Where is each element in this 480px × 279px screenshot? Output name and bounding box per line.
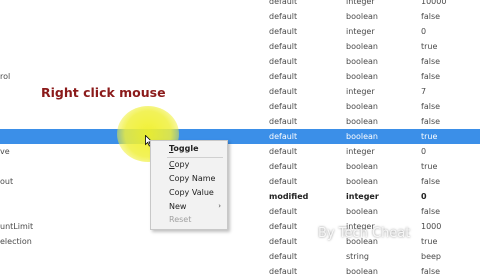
cell-name: ve [0, 147, 10, 156]
cell-value: true [421, 42, 438, 51]
cell-type: boolean [346, 42, 378, 51]
table-row[interactable]: default boolean true [0, 159, 480, 174]
cell-type: boolean [346, 117, 378, 126]
cell-value: true [421, 132, 438, 141]
cell-status: default [269, 57, 298, 66]
cell-value: false [421, 117, 441, 126]
context-menu: Toggle Copy Copy Name Copy Value New › R… [150, 140, 228, 230]
cell-type: boolean [346, 102, 378, 111]
cell-status: default [269, 237, 298, 246]
menu-item-new[interactable]: New [169, 202, 186, 211]
cell-value: false [421, 267, 441, 276]
table-row[interactable]: default boolean false [0, 99, 480, 114]
cell-value: 0 [421, 192, 427, 201]
submenu-arrow-icon: › [218, 202, 221, 210]
cell-status: default [269, 252, 298, 261]
cell-type: boolean [346, 132, 378, 141]
cell-status: default [269, 267, 298, 276]
cell-type: boolean [346, 267, 378, 276]
cell-type: boolean [346, 57, 378, 66]
cell-value: false [421, 72, 441, 81]
cell-status: default [269, 12, 298, 21]
menu-item-copy[interactable]: Copy [169, 160, 189, 169]
table-row[interactable]: modified integer 0 [0, 189, 480, 204]
cell-status: default [269, 132, 298, 141]
cell-type: boolean [346, 177, 378, 186]
cell-value: beep [421, 252, 441, 261]
cell-status: default [269, 177, 298, 186]
menu-item-toggle[interactable]: Toggle [169, 144, 199, 153]
annotation-label: Right click mouse [41, 85, 166, 100]
menu-separator [167, 157, 223, 158]
cell-status: modified [269, 192, 309, 201]
cell-type: integer [346, 147, 375, 156]
cell-name: election [0, 237, 32, 246]
cell-type: string [346, 252, 369, 261]
cell-type: integer [346, 0, 375, 6]
cell-status: default [269, 72, 298, 81]
table-row[interactable]: default boolean false [0, 9, 480, 24]
table-row[interactable]: default integer 10000 [0, 0, 480, 9]
cell-value: 10000 [421, 0, 447, 6]
cell-type: integer [346, 27, 375, 36]
cell-type: boolean [346, 207, 378, 216]
cell-status: default [269, 102, 298, 111]
table-row[interactable]: default integer 0 [0, 24, 480, 39]
watermark: By Tech Cheat [318, 226, 411, 241]
menu-item-copy-name[interactable]: Copy Name [169, 174, 215, 183]
cell-status: default [269, 207, 298, 216]
cell-value: 1000 [421, 222, 442, 231]
cell-status: default [269, 42, 298, 51]
table-row[interactable]: default boolean true [0, 129, 480, 144]
cell-value: false [421, 12, 441, 21]
table-row[interactable]: ve default integer 0 [0, 144, 480, 159]
cell-value: false [421, 102, 441, 111]
cell-value: false [421, 177, 441, 186]
table-row[interactable]: default boolean false [0, 54, 480, 69]
cell-status: default [269, 222, 298, 231]
cell-value: 0 [421, 27, 427, 36]
toggle-rest: oggle [173, 144, 199, 153]
cell-status: default [269, 27, 298, 36]
table-row[interactable]: default string beep [0, 249, 480, 264]
table-row[interactable]: default boolean false [0, 204, 480, 219]
cell-status: default [269, 147, 298, 156]
cell-value: false [421, 207, 441, 216]
cell-value: true [421, 237, 438, 246]
menu-item-copy-value[interactable]: Copy Value [169, 188, 214, 197]
cell-name: out [0, 177, 14, 186]
menu-item-reset: Reset [169, 215, 192, 224]
table-row[interactable]: rol default boolean false [0, 69, 480, 84]
cell-type: integer [346, 87, 375, 96]
cell-status: default [269, 117, 298, 126]
cell-name: rol [0, 72, 11, 81]
cell-status: default [269, 0, 298, 6]
cell-name: untLimit [0, 222, 34, 231]
table-row[interactable]: out default boolean false [0, 174, 480, 189]
cell-value: false [421, 57, 441, 66]
cell-type: integer [346, 192, 379, 201]
cell-type: boolean [346, 12, 378, 21]
cell-type: boolean [346, 162, 378, 171]
cell-value: true [421, 162, 438, 171]
cell-status: default [269, 162, 298, 171]
copy-rest: opy [174, 160, 190, 169]
table-row[interactable]: default boolean true [0, 39, 480, 54]
new-label: New [169, 202, 187, 211]
cell-type: boolean [346, 72, 378, 81]
cell-status: default [269, 87, 298, 96]
cell-value: 0 [421, 147, 427, 156]
table-row[interactable]: default boolean false [0, 114, 480, 129]
table-row[interactable]: default boolean false [0, 264, 480, 279]
cell-value: 7 [421, 87, 427, 96]
